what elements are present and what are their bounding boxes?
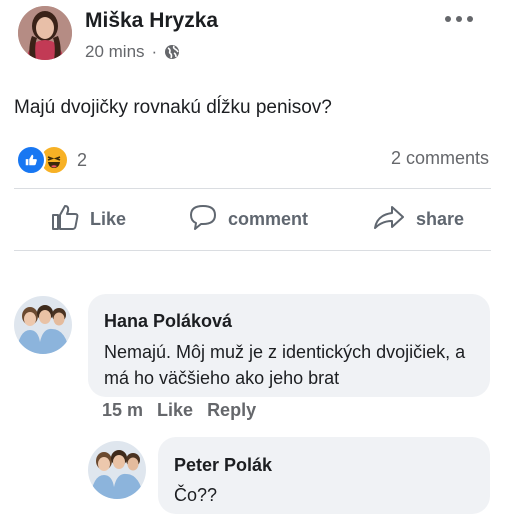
reply-author[interactable]: Peter Polák [174, 455, 272, 476]
comment-author[interactable]: Hana Poláková [104, 311, 232, 332]
post-time[interactable]: 20 mins [85, 42, 145, 62]
post-actions: Like comment share [0, 196, 505, 242]
share-button[interactable]: share [372, 196, 464, 242]
reply-text: Čo?? [174, 485, 218, 505]
comment-text: Nemajú. Môj muž je z identických dvojiči… [104, 342, 466, 388]
post-text: Majú dvojičky rovnakú dĺžku penisov? [14, 97, 332, 118]
like-button[interactable]: Like [50, 196, 126, 242]
reply-bubble: Peter Polák Čo?? [158, 437, 490, 514]
comment-button[interactable]: comment [188, 196, 308, 242]
author-avatar[interactable] [18, 6, 72, 60]
like-icon [50, 203, 80, 236]
comment-meta: 15 m Like Reply [102, 400, 256, 421]
comment-icon [188, 203, 218, 236]
like-reaction-icon [16, 145, 46, 175]
share-label: share [416, 208, 465, 229]
commenter-avatar[interactable] [88, 441, 146, 499]
comment-reply-button[interactable]: Reply [207, 400, 256, 421]
reactions-summary[interactable]: 2 [16, 145, 87, 175]
like-label: Like [90, 208, 127, 229]
comment-time[interactable]: 15 m [102, 400, 143, 421]
commenter-avatar[interactable] [14, 296, 72, 354]
author-name[interactable]: Miška Hryzka [85, 9, 218, 33]
post-meta: 20 mins · [85, 42, 180, 62]
divider [14, 250, 491, 251]
comment-bubble: Hana Poláková Nemajú. Môj muž je z ident… [88, 294, 490, 397]
more-options-icon[interactable] [441, 12, 477, 26]
reaction-count: 2 [77, 149, 88, 170]
share-icon [372, 203, 406, 236]
meta-separator: · [151, 42, 158, 61]
divider [14, 188, 491, 189]
comments-count[interactable]: 2 comments [391, 148, 489, 169]
globe-icon [164, 44, 180, 60]
comment-like-button[interactable]: Like [157, 400, 193, 421]
comment-label: comment [228, 208, 309, 229]
